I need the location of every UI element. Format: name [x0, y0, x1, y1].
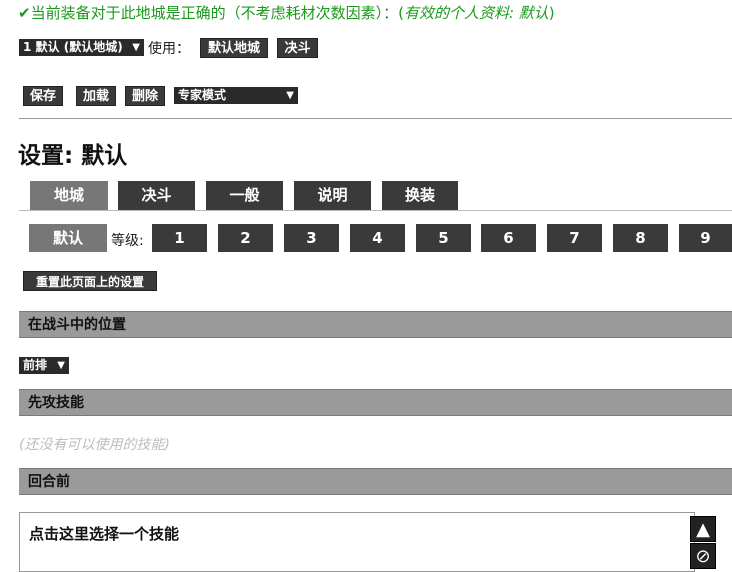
delete-button[interactable]: 删除	[125, 86, 165, 106]
active-profile-text: 有效的个人资料: 默认	[403, 4, 549, 22]
level-label: 等级:	[111, 233, 144, 249]
use-default-dungeon-button[interactable]: 默认地城	[200, 38, 268, 58]
tab-gear-swap[interactable]: 换装	[382, 181, 458, 210]
skill-select-box[interactable]: 点击这里选择一个技能	[19, 512, 695, 572]
status-text: 当前装备对于此地城是正确的（不考虑耗材次数因素）：(	[30, 4, 404, 22]
tab-description[interactable]: 说明	[294, 181, 371, 210]
level-4-button[interactable]: 4	[350, 224, 405, 252]
chevron-down-icon: ▼	[57, 360, 65, 371]
chevron-down-icon: ▼	[132, 42, 140, 53]
save-button[interactable]: 保存	[23, 86, 63, 106]
reset-page-settings-button[interactable]: 重置此页面上的设置	[23, 271, 157, 291]
disable-icon[interactable]: ⊘	[690, 543, 716, 569]
section-header-position: 在战斗中的位置	[19, 311, 732, 338]
tab-divider	[19, 210, 732, 211]
divider	[19, 118, 732, 119]
profile-select[interactable]: 1 默认 (默认地城) ▼	[19, 39, 144, 56]
tab-dungeon[interactable]: 地城	[30, 181, 108, 210]
move-up-icon[interactable]: ▲	[690, 516, 716, 542]
status-message: ✔当前装备对于此地城是正确的（不考虑耗材次数因素）：(有效的个人资料: 默认)	[18, 2, 555, 23]
page-title: 设置: 默认	[18, 143, 128, 169]
tab-general[interactable]: 一般	[206, 181, 283, 210]
level-1-button[interactable]: 1	[152, 224, 207, 252]
skill-prompt: 点击这里选择一个技能	[29, 525, 180, 543]
level-8-button[interactable]: 8	[613, 224, 668, 252]
no-skills-text: (还没有可以使用的技能)	[19, 437, 170, 453]
level-3-button[interactable]: 3	[284, 224, 339, 252]
mode-select[interactable]: 专家模式 ▼	[174, 87, 298, 104]
use-label: 使用：	[148, 41, 190, 57]
check-icon: ✔	[18, 4, 31, 22]
chevron-down-icon: ▼	[286, 90, 294, 101]
section-header-first-strike: 先攻技能	[19, 389, 732, 416]
level-9-button[interactable]: 9	[679, 224, 732, 252]
tab-duel[interactable]: 决斗	[118, 181, 195, 210]
status-close: )	[548, 4, 555, 22]
level-default-button[interactable]: 默认	[29, 224, 107, 252]
level-6-button[interactable]: 6	[481, 224, 536, 252]
level-5-button[interactable]: 5	[416, 224, 471, 252]
use-duel-button[interactable]: 决斗	[277, 38, 318, 58]
position-select[interactable]: 前排 ▼	[19, 357, 69, 374]
load-button[interactable]: 加载	[76, 86, 116, 106]
position-select-value: 前排	[23, 358, 48, 372]
level-7-button[interactable]: 7	[547, 224, 602, 252]
section-header-before-round: 回合前	[19, 468, 732, 495]
mode-select-value: 专家模式	[178, 88, 227, 102]
profile-select-value: 1 默认 (默认地城)	[23, 40, 123, 54]
level-2-button[interactable]: 2	[218, 224, 273, 252]
